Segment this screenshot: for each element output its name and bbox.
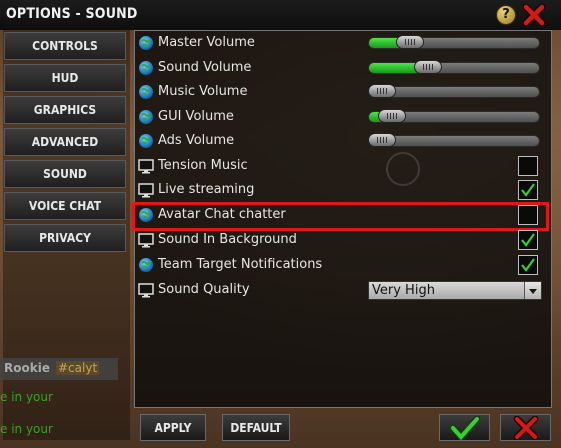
sidebar-item-label: SOUND (43, 167, 87, 181)
cancel-button[interactable] (500, 414, 551, 441)
monitor-icon (138, 283, 154, 298)
slider-handle[interactable] (396, 35, 424, 49)
checkmark-icon (521, 183, 535, 197)
checkmark-icon (521, 233, 535, 247)
globe-icon (139, 110, 153, 124)
background-chat-panel: Rookie #calyt e in your e in your (0, 358, 120, 448)
sidebar-item-graphics[interactable]: GRAPHICS (4, 96, 126, 124)
master-volume-slider[interactable] (368, 37, 540, 49)
window-title: OPTIONS - SOUND (6, 6, 138, 22)
sidebar-item-hud[interactable]: HUD (4, 64, 126, 92)
globe-icon (139, 61, 153, 75)
slider-handle[interactable] (378, 109, 406, 123)
sound-volume-slider[interactable] (368, 62, 540, 74)
setting-row-tension-music: Tension Music (136, 155, 546, 177)
setting-label: Master Volume (158, 35, 255, 50)
sidebar-item-label: VOICE CHAT (28, 199, 102, 213)
globe-icon (139, 258, 153, 272)
title-bar: OPTIONS - SOUND ? (0, 0, 561, 30)
monitor-icon (138, 159, 154, 174)
sidebar-item-label: CONTROLS (32, 39, 98, 53)
help-button[interactable]: ? (496, 5, 516, 25)
setting-label: Team Target Notifications (158, 257, 323, 272)
tension-music-checkbox[interactable] (518, 156, 538, 176)
sound-quality-select[interactable]: Very High (368, 281, 542, 300)
apply-button[interactable]: APPLY (140, 414, 206, 441)
default-label: DEFAULT (230, 420, 282, 435)
setting-row-sound-volume: Sound Volume (136, 57, 546, 79)
sidebar-item-label: HUD (51, 71, 79, 85)
checkmark-icon (521, 258, 535, 272)
setting-row-music-volume: Music Volume (136, 81, 546, 103)
close-icon (522, 3, 546, 27)
setting-row-sound-in-background: Sound In Background (136, 229, 546, 251)
slider-handle[interactable] (368, 84, 396, 98)
sidebar-item-sound[interactable]: SOUND (4, 160, 126, 188)
sidebar-item-advanced[interactable]: ADVANCED (4, 128, 126, 156)
team-target-notifications-checkbox[interactable] (518, 255, 538, 275)
globe-icon (139, 36, 153, 50)
setting-row-master-volume: Master Volume (136, 32, 546, 54)
live-streaming-checkbox[interactable] (518, 180, 538, 200)
chat-line: e in your (0, 422, 53, 436)
sidebar-item-controls[interactable]: CONTROLS (4, 32, 126, 60)
setting-label: GUI Volume (158, 109, 234, 124)
setting-label: Music Volume (158, 84, 248, 99)
sidebar-item-privacy[interactable]: PRIVACY (4, 224, 126, 252)
setting-row-gui-volume: GUI Volume (136, 106, 546, 128)
setting-label: Sound In Background (158, 232, 297, 247)
slider-handle[interactable] (414, 60, 442, 74)
monitor-icon (138, 233, 154, 248)
globe-icon (139, 85, 153, 99)
chevron-down-icon[interactable] (524, 282, 541, 299)
setting-label: Ads Volume (158, 133, 235, 148)
highlight-box (132, 202, 549, 231)
sidebar-item-label: GRAPHICS (33, 103, 97, 117)
setting-label: Live streaming (158, 182, 255, 197)
setting-row-sound-quality: Sound Quality Very High (136, 279, 546, 301)
chat-line: e in your (0, 390, 53, 404)
slider-handle[interactable] (368, 133, 396, 147)
close-icon (513, 415, 538, 440)
sound-quality-value: Very High (372, 283, 435, 298)
close-button[interactable] (522, 3, 546, 27)
sidebar-item-voice-chat[interactable]: VOICE CHAT (4, 192, 126, 220)
chat-rank: Rookie (4, 361, 50, 375)
default-button[interactable]: DEFAULT (222, 414, 290, 441)
setting-row-live-streaming: Live streaming (136, 179, 546, 201)
chat-channel: #calyt (56, 361, 100, 375)
sidebar-item-label: PRIVACY (39, 231, 91, 245)
setting-label: Sound Quality (158, 282, 250, 297)
monitor-icon (138, 183, 154, 198)
sidebar-item-label: ADVANCED (31, 135, 99, 149)
setting-label: Tension Music (158, 158, 248, 173)
confirm-button[interactable] (439, 414, 490, 441)
setting-label: Sound Volume (158, 60, 252, 75)
sound-in-background-checkbox[interactable] (518, 230, 538, 250)
apply-label: APPLY (154, 420, 192, 435)
checkmark-icon (449, 415, 480, 440)
setting-row-ads-volume: Ads Volume (136, 130, 546, 152)
setting-row-team-target-notifications: Team Target Notifications (136, 254, 546, 276)
globe-icon (139, 134, 153, 148)
